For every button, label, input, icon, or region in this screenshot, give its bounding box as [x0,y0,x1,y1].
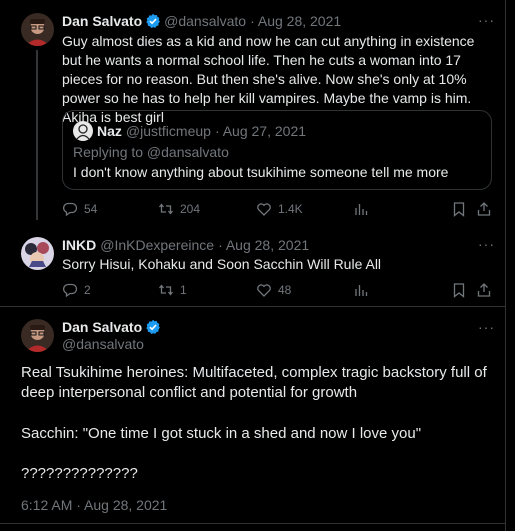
retweet-icon [158,284,174,296]
tweet-date[interactable]: · Aug 28, 2021 [218,237,309,253]
share-button[interactable] [476,282,492,298]
retweet-count: 1 [180,283,187,297]
reply-icon [63,202,78,217]
tweet-date[interactable]: · Aug 28, 2021 [250,13,341,29]
quote-date: · Aug 27, 2021 [214,123,307,139]
reply-button[interactable]: 54 [62,201,97,217]
quoted-tweet[interactable]: Naz @justficmeup · Aug 27, 2021 Replying… [62,110,492,190]
author-handle[interactable]: @dansalvato [62,336,144,352]
reply-count: 2 [84,283,91,297]
quote-text: I don't know anything about tsukihime so… [73,164,449,180]
author-handle[interactable]: @InKDexpereince [100,237,214,253]
thread-connector [36,50,38,220]
author-handle[interactable]: @dansalvato [164,13,246,29]
reply-count: 54 [84,202,98,216]
more-icon[interactable]: ··· [478,319,495,335]
quote-author-handle[interactable]: @justficmeup [126,123,211,139]
bookmark-button[interactable] [451,201,467,217]
tweet-dan-salvato-1[interactable]: Dan Salvato @dansalvato · Aug 28, 2021 ·… [0,0,505,228]
verified-badge-icon [145,319,161,335]
more-icon[interactable]: ··· [478,236,495,252]
bookmark-icon [453,202,465,217]
author-name[interactable]: Dan Salvato [62,319,142,335]
bottom-divider [0,523,505,524]
tweet-text: Sorry Hisui, Kohaku and Soon Sacchin Wil… [62,256,382,272]
share-button[interactable] [476,201,492,217]
bookmark-button[interactable] [451,282,467,298]
share-icon [477,202,491,216]
avatar-dan-salvato[interactable] [21,13,54,46]
like-count: 1.4K [278,202,303,216]
like-button[interactable]: 48 [256,282,291,298]
bookmark-icon [453,283,465,298]
verified-badge-icon [145,13,161,29]
quote-replying-to[interactable]: Replying to @dansalvato [73,143,229,162]
reply-icon [63,283,78,298]
tweet-text-paragraph-2: Sacchin: "One time I got stuck in a shed… [21,425,422,442]
like-count: 48 [278,283,292,297]
tweet-text-paragraph-3: ?????????????? [21,465,138,482]
views-icon [355,204,368,215]
tweet-inkd[interactable]: INKD @InKDexpereince · Aug 28, 2021 ··· … [0,228,505,308]
like-icon [257,203,271,216]
tweet-text-paragraph-1: Real Tsukihime heroines: Multifaceted, c… [21,364,487,401]
avatar-inkd[interactable] [21,237,54,270]
more-icon[interactable]: ··· [478,12,495,28]
like-icon [257,284,271,297]
author-name[interactable]: Dan Salvato [62,13,142,29]
retweet-button[interactable]: 204 [158,201,200,217]
retweet-button[interactable]: 1 [158,282,187,298]
avatar-naz[interactable] [73,121,93,141]
views-icon [355,285,368,296]
avatar-dan-salvato[interactable] [21,319,54,352]
share-icon [477,283,491,297]
retweet-icon [158,203,174,215]
like-button[interactable]: 1.4K [256,201,303,217]
author-name[interactable]: INKD [62,237,96,253]
reply-button[interactable]: 2 [62,282,91,298]
views-button[interactable] [353,201,369,217]
scrollbar[interactable] [505,0,515,531]
quote-author-name[interactable]: Naz [97,123,122,139]
tweet-dan-salvato-main[interactable]: Dan Salvato @dansalvato ··· Real Tsukihi… [0,307,505,531]
tweet-timestamp[interactable]: 6:12 AM · Aug 28, 2021 [21,496,167,515]
retweet-count: 204 [180,202,201,216]
views-button[interactable] [353,282,369,298]
